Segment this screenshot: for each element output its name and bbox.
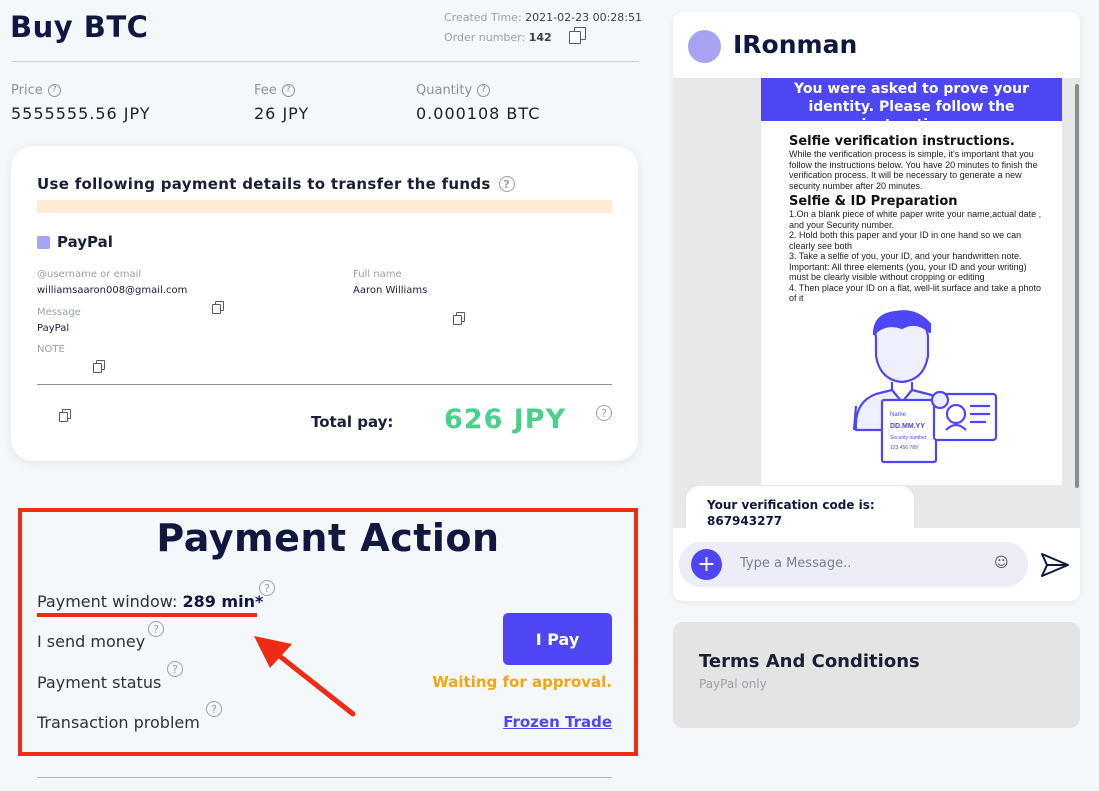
terms-subtitle: PayPal only bbox=[699, 677, 767, 691]
send-icon[interactable] bbox=[1040, 552, 1070, 578]
order-number-value: 142 bbox=[528, 31, 552, 44]
transaction-problem-label: Transaction problem bbox=[37, 713, 200, 732]
card-name-text: Name bbox=[890, 412, 907, 418]
fullname-value: Aaron Williams bbox=[353, 285, 428, 296]
method-color-square bbox=[37, 235, 50, 249]
help-icon[interactable]: ? bbox=[167, 661, 183, 677]
payment-details-heading: Use following payment details to transfe… bbox=[37, 175, 515, 193]
message-value: PayPal bbox=[37, 323, 70, 334]
created-time-label: Created Time: bbox=[444, 11, 522, 24]
payment-method-label: PayPal bbox=[57, 233, 113, 251]
payment-status-label: Payment status bbox=[37, 673, 162, 692]
help-icon[interactable]: ? bbox=[477, 84, 491, 97]
price-stat: Price? 5555555.56 JPY bbox=[11, 83, 151, 123]
terms-title: Terms And Conditions bbox=[699, 651, 920, 672]
bottom-divider bbox=[37, 777, 612, 778]
message-input[interactable] bbox=[740, 553, 980, 573]
fullname-label: Full name bbox=[353, 269, 402, 280]
copy-fullname-icon[interactable] bbox=[453, 312, 465, 325]
fee-label: Fee bbox=[254, 83, 277, 98]
price-value: 5555555.56 JPY bbox=[11, 104, 151, 123]
help-icon[interactable]: ? bbox=[47, 84, 61, 97]
card-security-text: Security number bbox=[890, 435, 927, 441]
page-title: Buy BTC bbox=[10, 10, 149, 44]
help-icon[interactable]: ? bbox=[596, 405, 612, 421]
message-label: Message bbox=[37, 307, 81, 318]
plus-icon[interactable]: + bbox=[691, 549, 722, 580]
total-pay-value: 626 JPY bbox=[444, 404, 567, 435]
header-divider bbox=[11, 61, 639, 62]
help-icon[interactable]: ? bbox=[148, 621, 164, 637]
quantity-stat: Quantity? 0.000108 BTC bbox=[416, 83, 540, 123]
payment-status-value: Waiting for approval. bbox=[432, 673, 612, 691]
doc-step-2: 2. Hold both this paper and your ID in o… bbox=[789, 230, 1022, 251]
red-arrow-icon bbox=[254, 636, 356, 717]
send-money-label: I send money bbox=[37, 632, 146, 651]
help-icon[interactable]: ? bbox=[281, 84, 295, 97]
fee-value: 26 JPY bbox=[254, 104, 310, 123]
chat-contact-name: IRonman bbox=[733, 30, 858, 59]
card-date-text: DD.MM.YY bbox=[890, 423, 925, 430]
payment-window-label: Payment window: bbox=[37, 592, 178, 611]
created-time: Created Time: 2021-02-23 00:28:51 bbox=[444, 11, 642, 24]
details-divider bbox=[37, 384, 612, 385]
doc-step-4: 4. Then place your ID on a flat, well-li… bbox=[789, 282, 1041, 304]
help-icon[interactable]: ? bbox=[259, 580, 275, 596]
payment-window-value: 289 min* bbox=[182, 592, 264, 611]
verification-code: 867943277 bbox=[707, 514, 783, 528]
frozen-trade-link[interactable]: Frozen Trade bbox=[503, 713, 612, 731]
doc-paragraph-1: While the verification process is simple… bbox=[789, 149, 1038, 191]
help-icon[interactable]: ? bbox=[206, 701, 222, 717]
bubble-line-1: Your verification code is: bbox=[707, 498, 875, 512]
order-number: Order number: 142 bbox=[444, 31, 552, 44]
copy-message-icon[interactable] bbox=[93, 360, 105, 373]
person-with-id-icon: Name DD.MM.YY Security number 123 456 78… bbox=[852, 310, 998, 464]
fee-stat: Fee? 26 JPY bbox=[254, 83, 309, 123]
terms-card bbox=[673, 622, 1080, 728]
help-icon[interactable]: ? bbox=[498, 176, 515, 192]
quantity-label: Quantity bbox=[416, 83, 473, 98]
doc-step-3: 3. Take a selfie of you, your ID, and yo… bbox=[789, 251, 1027, 282]
chat-scrollbar[interactable] bbox=[1075, 84, 1079, 488]
payment-action-title: Payment Action bbox=[156, 516, 500, 560]
payment-details-heading-text: Use following payment details to transfe… bbox=[37, 175, 491, 193]
copy-order-icon[interactable] bbox=[569, 27, 586, 44]
avatar bbox=[688, 30, 721, 63]
doc-heading-2: Selfie & ID Preparation bbox=[789, 194, 958, 209]
notice-bar bbox=[37, 200, 612, 213]
copy-note-icon[interactable] bbox=[59, 409, 71, 422]
doc-instructions: Selfie verification instructions. While … bbox=[789, 134, 1046, 304]
username-label: @username or email bbox=[37, 269, 142, 280]
username-value: williamsaaron008@gmail.com bbox=[37, 285, 188, 296]
doc-step-1: 1.On a blank piece of white paper write … bbox=[789, 209, 1042, 230]
quantity-value: 0.000108 BTC bbox=[416, 104, 541, 123]
emoji-icon[interactable]: ☺ bbox=[994, 555, 1009, 571]
chat-message-bubble: Your verification code is: 867943277 bbox=[686, 486, 914, 536]
created-time-value: 2021-02-23 00:28:51 bbox=[525, 11, 642, 24]
i-pay-button[interactable]: I Pay bbox=[503, 613, 612, 665]
card-number-text: 123 456 789 bbox=[890, 445, 918, 451]
copy-username-icon[interactable] bbox=[212, 301, 224, 314]
red-underline bbox=[37, 613, 257, 617]
note-label: NOTE bbox=[37, 344, 65, 355]
doc-heading-1: Selfie verification instructions. bbox=[789, 134, 1015, 149]
payment-method: PayPal bbox=[37, 233, 113, 251]
doc-banner: You were asked to prove your identity. P… bbox=[761, 78, 1062, 133]
order-number-label: Order number: bbox=[444, 31, 526, 44]
total-pay-label: Total pay: bbox=[311, 413, 394, 431]
price-label: Price bbox=[11, 83, 43, 98]
payment-window: Payment window: 289 min* bbox=[37, 592, 263, 611]
